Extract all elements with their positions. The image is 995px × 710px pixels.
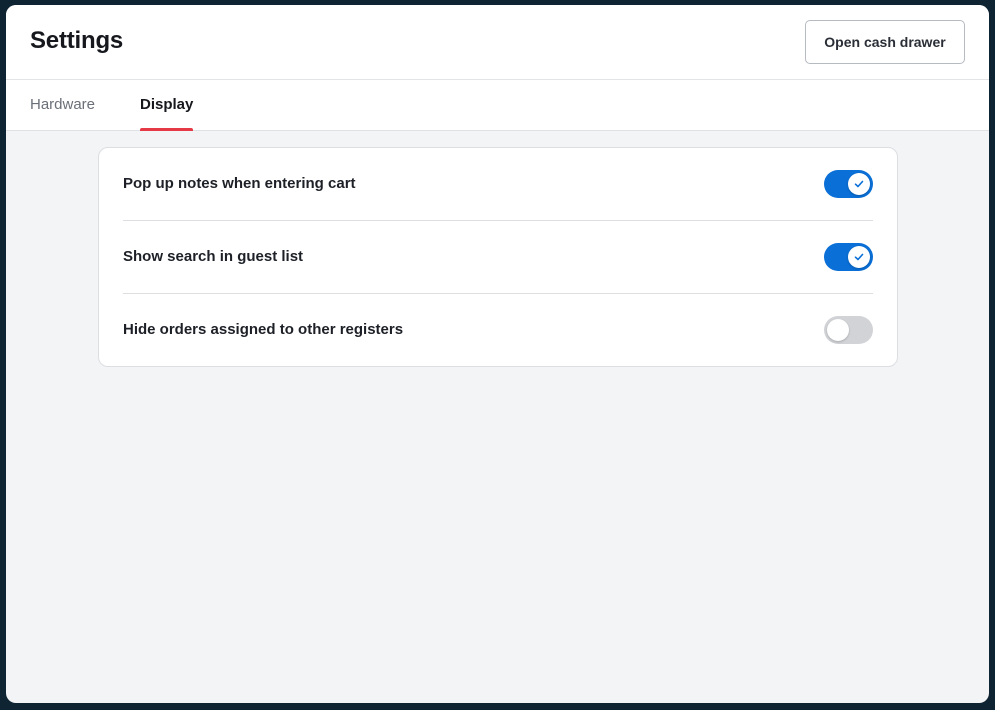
tab-hardware-label: Hardware	[30, 96, 96, 113]
setting-row-hide-orders: Hide orders assigned to other registers	[123, 294, 873, 367]
tab-display[interactable]: Display	[140, 80, 194, 131]
toggle-hide-orders[interactable]	[824, 316, 873, 344]
toggle-popup-notes[interactable]	[824, 170, 873, 198]
check-icon	[854, 180, 864, 188]
toggle-guest-search[interactable]	[824, 243, 873, 271]
display-settings-card: Pop up notes when entering cart Show sea…	[98, 147, 898, 367]
header: Settings Open cash drawer	[6, 5, 989, 80]
setting-row-guest-search: Show search in guest list	[123, 221, 873, 294]
check-icon	[854, 253, 864, 261]
setting-row-popup-notes: Pop up notes when entering cart	[123, 148, 873, 221]
toggle-knob	[848, 173, 870, 195]
setting-label-guest-search: Show search in guest list	[123, 248, 304, 265]
tab-hardware[interactable]: Hardware	[30, 80, 95, 131]
page-title: Settings	[30, 27, 124, 54]
toggle-knob	[827, 319, 849, 341]
active-tab-indicator	[140, 128, 194, 131]
toggle-knob	[848, 246, 870, 268]
tab-bar: Hardware Display	[6, 80, 989, 131]
setting-label-hide-orders: Hide orders assigned to other registers	[123, 321, 404, 338]
tab-display-label: Display	[140, 96, 194, 113]
open-cash-drawer-button[interactable]: Open cash drawer	[805, 20, 965, 64]
settings-window: Settings Open cash drawer Hardware Displ…	[6, 5, 989, 703]
setting-label-popup-notes: Pop up notes when entering cart	[123, 175, 356, 192]
